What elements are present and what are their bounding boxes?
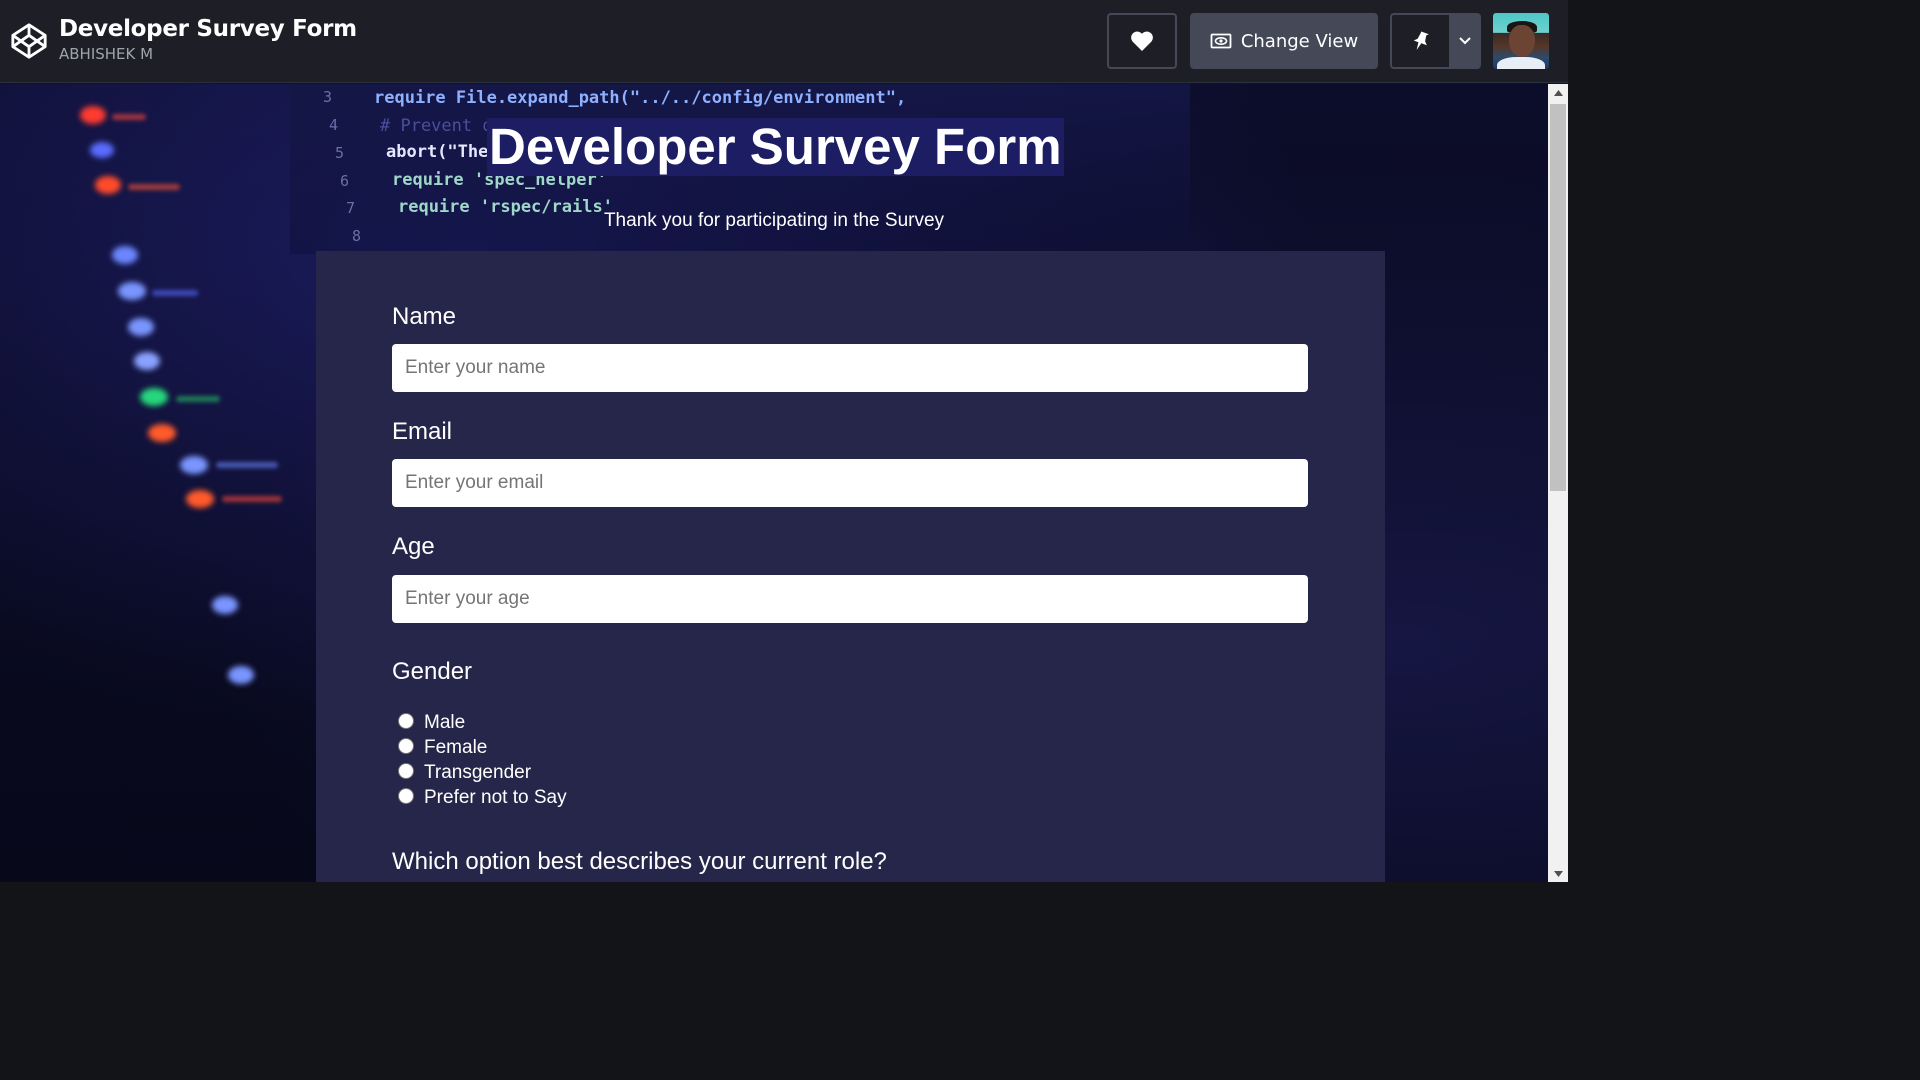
pin-button-group[interactable]: [1390, 13, 1481, 69]
background-code-line: require File.expand_path("../../config/e…: [374, 88, 907, 108]
radio-label: Female: [424, 737, 488, 758]
age-input[interactable]: [392, 575, 1308, 623]
pin-icon: [1413, 31, 1429, 51]
gender-option-male[interactable]: Male: [398, 712, 465, 734]
radio-label: Male: [424, 712, 466, 733]
radio-label: Transgender: [424, 762, 532, 783]
gender-option-prefer-not-to-say[interactable]: Prefer not to Say: [398, 787, 567, 809]
name-label: Name: [392, 303, 457, 330]
radio-button[interactable]: [398, 713, 414, 729]
scroll-down-arrow-icon[interactable]: [1548, 865, 1568, 882]
email-label: Email: [392, 418, 453, 445]
page-subtitle: Thank you for participating in the Surve…: [603, 210, 945, 231]
scrollbar-thumb[interactable]: [1550, 104, 1566, 491]
pen-title-block: Developer Survey Form ABHISHEK M: [59, 14, 357, 63]
page-title: Developer Survey Form: [487, 118, 1064, 176]
page-title-wrap: Developer Survey Form: [487, 118, 1064, 176]
scroll-up-arrow-icon[interactable]: [1548, 84, 1568, 101]
pen-preview: 3 4 5 6 7 8 require File.expand_path("..…: [0, 84, 1548, 882]
line-number: 4: [329, 116, 339, 134]
radio-label: Prefer not to Say: [424, 787, 567, 808]
name-input[interactable]: [392, 344, 1308, 392]
gender-option-female[interactable]: Female: [398, 737, 487, 759]
eye-icon: [1210, 33, 1232, 49]
survey-form: Name Email Age Gender Male Female Transg…: [316, 251, 1385, 882]
vertical-scrollbar[interactable]: [1548, 84, 1568, 882]
line-number: 6: [340, 172, 350, 190]
pen-title: Developer Survey Form: [59, 16, 357, 42]
change-view-label: Change View: [1240, 30, 1359, 52]
heart-icon: [1131, 31, 1153, 51]
role-question-label: Which option best describes your current…: [392, 848, 887, 875]
chevron-down-icon: [1459, 37, 1471, 45]
radio-button[interactable]: [398, 788, 414, 804]
love-button[interactable]: [1107, 13, 1177, 69]
radio-button[interactable]: [398, 763, 414, 779]
email-input[interactable]: [392, 459, 1308, 507]
codepen-header: Developer Survey Form ABHISHEK M Change …: [0, 0, 1568, 83]
user-avatar[interactable]: [1493, 13, 1549, 69]
line-number: 3: [323, 88, 333, 106]
background-code-line: # Prevent d: [380, 116, 493, 136]
radio-button[interactable]: [398, 738, 414, 754]
codepen-logo-icon[interactable]: [10, 22, 48, 60]
line-number: 5: [335, 144, 345, 162]
pin-dropdown-button[interactable]: [1451, 15, 1479, 67]
change-view-button[interactable]: Change View: [1190, 13, 1378, 69]
gender-label: Gender: [392, 658, 473, 685]
background-code-line: abort("The: [386, 142, 489, 162]
age-label: Age: [392, 533, 435, 560]
pen-author[interactable]: ABHISHEK M: [59, 45, 357, 63]
gender-option-transgender[interactable]: Transgender: [398, 762, 531, 784]
pin-button[interactable]: [1392, 15, 1452, 67]
